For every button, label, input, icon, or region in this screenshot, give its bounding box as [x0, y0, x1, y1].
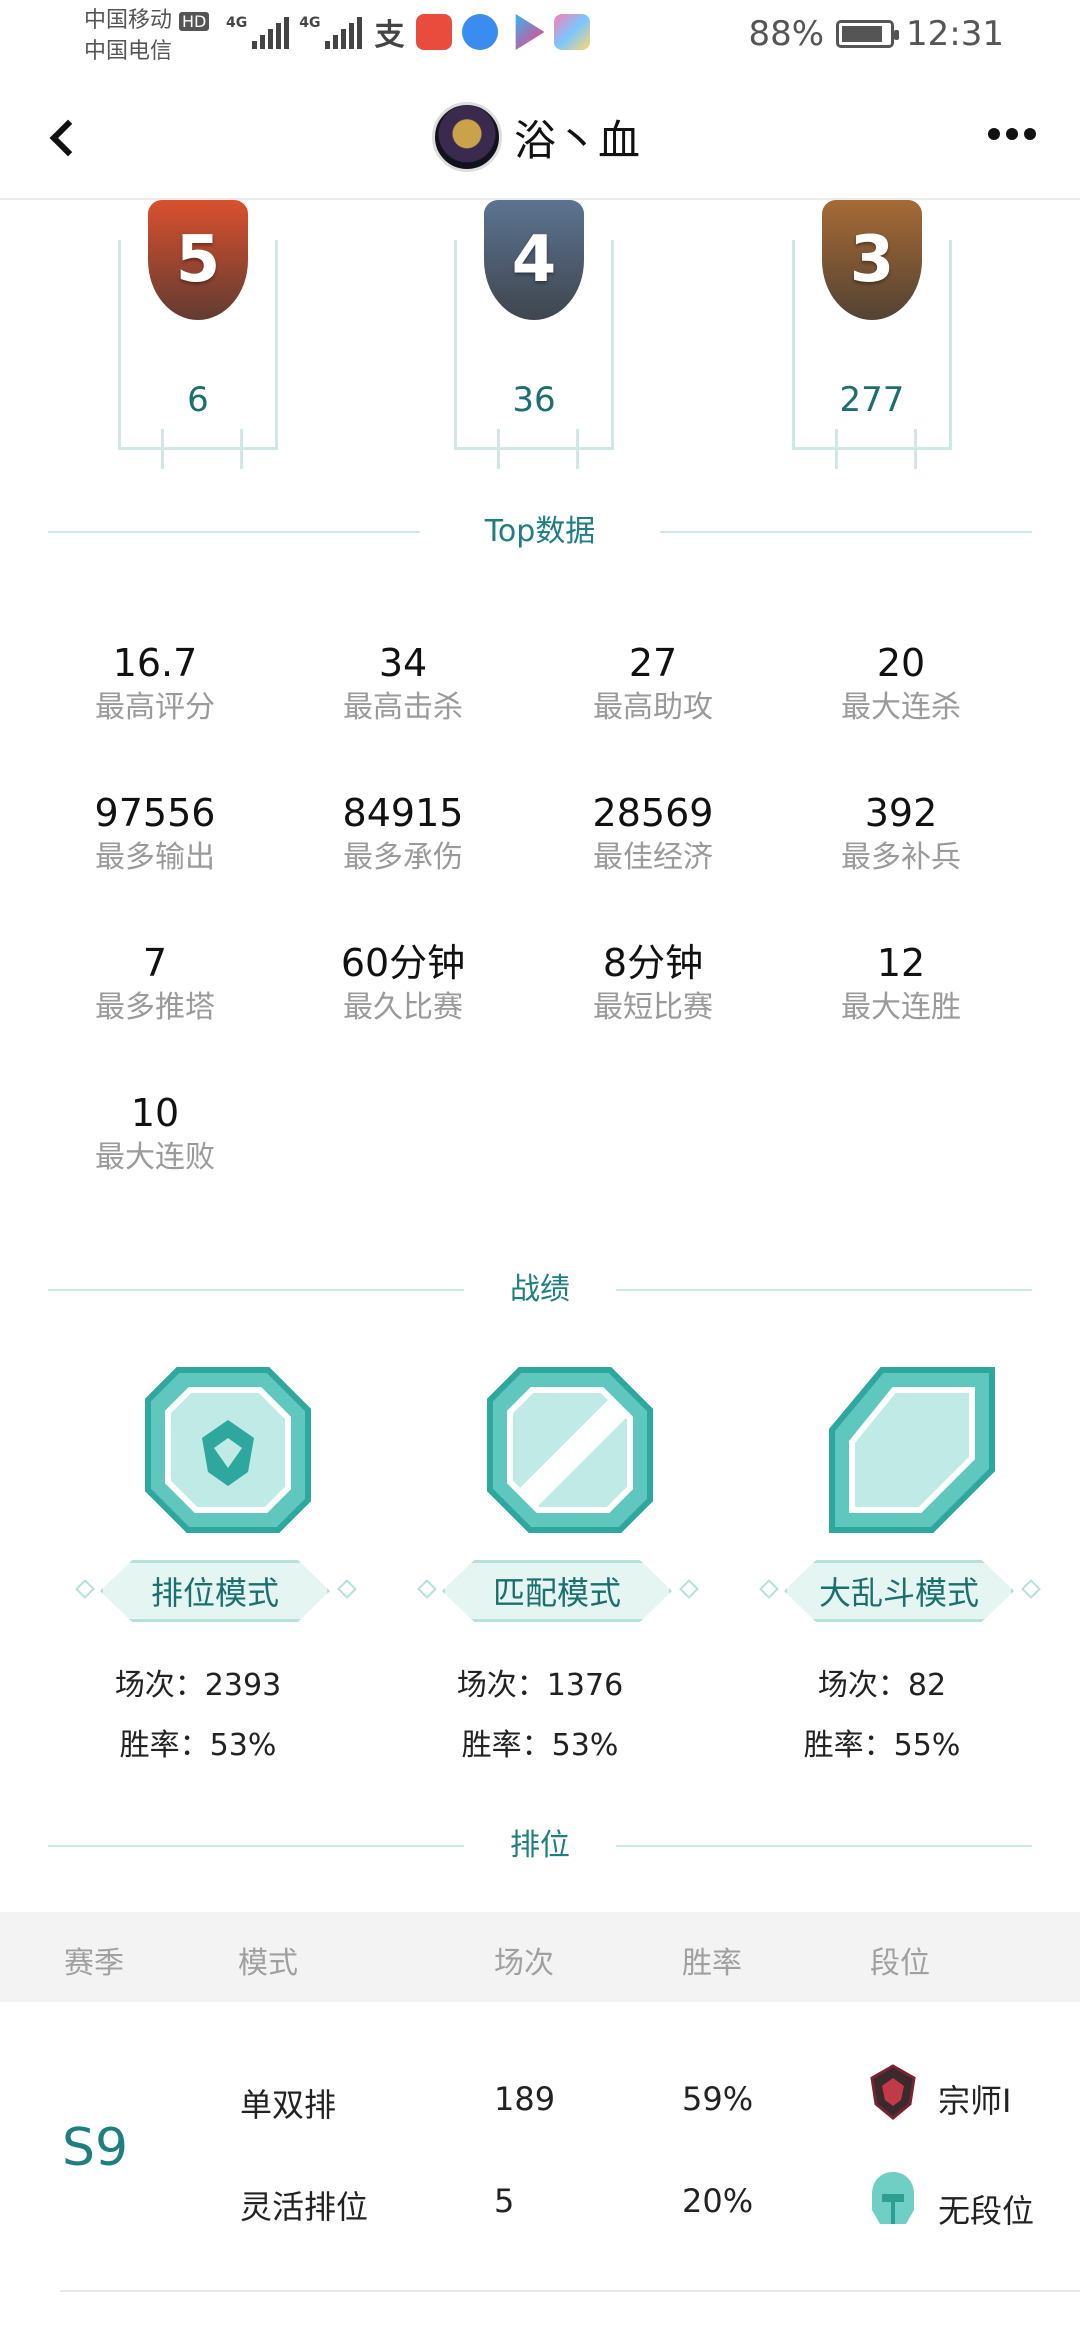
signal-1-icon: 4G [226, 15, 290, 49]
stat-max-kills: 34 最高击杀 [343, 641, 463, 725]
status-bar: 中国移动 HD 中国电信 4G 4G 支 88% 12:31 [0, 0, 1080, 76]
col-season: 赛季 [64, 1946, 124, 1981]
stat-longest-game: 60分钟 最久比赛 [340, 941, 466, 1025]
browser-icon [462, 14, 499, 50]
carrier-info: 中国移动 HD 中国电信 [84, 6, 210, 67]
row-tier: 无段位 [938, 2192, 1035, 2230]
aram-mode-icon [829, 1367, 995, 1533]
status-right: 88% 12:31 [748, 14, 1004, 54]
battery-icon [836, 20, 900, 48]
chevron-left-icon [49, 119, 87, 157]
profile-title: 浴丶血 [432, 102, 640, 172]
row-games: 5 [494, 2182, 515, 2220]
normal-mode-icon [487, 1367, 653, 1533]
stat-best-economy: 28569 最佳经济 [592, 791, 714, 875]
col-mode: 模式 [238, 1946, 298, 1981]
carrier-1: 中国移动 [84, 8, 173, 33]
status-icons: 4G 4G 支 [226, 14, 591, 53]
table-bottom-divider [60, 2290, 1080, 2292]
stat-max-cs: 392 最多补兵 [841, 791, 961, 875]
mode-ranked[interactable]: 排位模式 场次：2393 胜率：53% [38, 1360, 358, 1780]
toutiao-icon [416, 14, 453, 50]
row-winrate: 20% [682, 2182, 754, 2220]
mode-winrate: 胜率：55% [803, 1728, 961, 1763]
row-mode: 灵活排位 [240, 2188, 369, 2226]
row-games: 189 [494, 2080, 556, 2118]
app-header: 浴丶血 [0, 76, 1080, 200]
section-title-top: Top数据 [484, 514, 596, 549]
medal-count: 277 [839, 380, 905, 420]
section-title-rank: 排位 [510, 1828, 570, 1863]
mode-games: 场次：82 [817, 1668, 947, 1703]
medal-rank-3: 3 277 [772, 200, 972, 469]
more-dot-icon [1024, 128, 1036, 140]
medal-row: 5 6 4 36 3 277 [0, 200, 1080, 469]
record-divider: 战绩 [48, 1268, 1032, 1312]
section-title-record: 战绩 [510, 1272, 570, 1307]
stat-max-damage: 97556 最多输出 [94, 791, 216, 875]
medal-rank-5: 5 6 [98, 200, 298, 469]
stat-max-streak: 20 最大连杀 [841, 641, 961, 725]
medal-count: 6 [187, 380, 209, 420]
unranked-icon [872, 2172, 914, 2224]
photos-icon [554, 14, 591, 50]
row-winrate: 59% [682, 2080, 754, 2118]
mode-aram[interactable]: 大乱斗模式 场次：82 胜率：55% [722, 1360, 1042, 1780]
mode-label: 排位模式 [100, 1560, 330, 1622]
avatar[interactable] [432, 102, 502, 172]
mode-games: 场次：1376 [456, 1668, 624, 1703]
plate-ornament [679, 1579, 699, 1599]
plate-ornament [1021, 1579, 1041, 1599]
mode-label: 匹配模式 [442, 1560, 672, 1622]
mode-normal[interactable]: 匹配模式 场次：1376 胜率：53% [380, 1360, 700, 1780]
medal-3-icon: 3 [822, 200, 922, 320]
top-data-divider: Top数据 [48, 510, 1032, 554]
row-tier: 宗师I [938, 2082, 1012, 2120]
more-dot-icon [1006, 128, 1018, 140]
plate-ornament [759, 1579, 779, 1599]
more-dot-icon [988, 128, 1000, 140]
back-button[interactable] [38, 108, 88, 168]
grandmaster-icon [870, 2064, 916, 2120]
stat-max-towers: 7 最多推塔 [95, 941, 215, 1025]
season-label: S9 [62, 2118, 129, 2178]
rank-table-header: 赛季 模式 场次 胜率 段位 [0, 1912, 1080, 2002]
page-title: 浴丶血 [514, 115, 641, 165]
mode-label: 大乱斗模式 [784, 1560, 1014, 1622]
stat-max-taken: 84915 最多承伤 [342, 791, 464, 875]
carrier-2: 中国电信 [84, 39, 173, 64]
clock: 12:31 [906, 14, 1004, 54]
mode-winrate: 胜率：53% [461, 1728, 619, 1763]
col-games: 场次 [494, 1946, 554, 1981]
plate-ornament [75, 1579, 95, 1599]
stat-max-win-streak: 12 最大连胜 [841, 941, 961, 1025]
row-mode: 单双排 [240, 2086, 337, 2124]
medal-5-icon: 5 [148, 200, 248, 320]
alipay-icon: 支 [374, 18, 405, 53]
stat-shortest-game: 8分钟 最短比赛 [593, 941, 713, 1025]
stat-max-assists: 27 最高助攻 [593, 641, 713, 725]
medal-4-icon: 4 [484, 200, 584, 320]
stat-max-score: 16.7 最高评分 [95, 641, 215, 725]
plate-ornament [337, 1579, 357, 1599]
medal-rank-4: 4 36 [434, 200, 634, 469]
col-tier: 段位 [870, 1946, 930, 1981]
signal-2-icon: 4G [299, 15, 363, 49]
col-winrate: 胜率 [682, 1946, 742, 1981]
medal-count: 36 [512, 380, 556, 420]
youku-icon [515, 14, 545, 50]
plate-ornament [417, 1579, 437, 1599]
mode-winrate: 胜率：53% [119, 1728, 277, 1763]
stat-max-lose-streak: 10 最大连败 [95, 1091, 215, 1175]
mode-games: 场次：2393 [114, 1668, 282, 1703]
hd-badge: HD [179, 12, 210, 31]
more-button[interactable] [988, 128, 1036, 140]
ranked-mode-icon [145, 1367, 311, 1533]
battery-percent: 88% [748, 14, 825, 54]
rank-divider: 排位 [48, 1824, 1032, 1868]
